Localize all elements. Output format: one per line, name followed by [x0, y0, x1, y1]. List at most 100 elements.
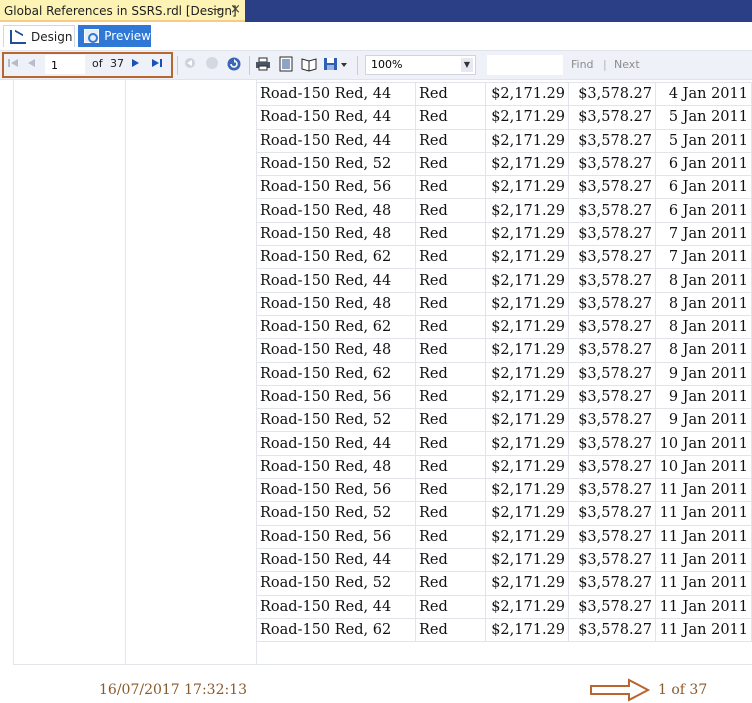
next-page-icon[interactable]: [127, 56, 143, 74]
table-row: Road-150 Red, 44 Red $2,171.29 $3,578.27 5 J…: [256, 105, 752, 130]
cost-cell: $2,171.29: [485, 524, 569, 549]
price-cell: $3,578.27: [568, 594, 656, 619]
tab-preview[interactable]: Preview: [78, 25, 151, 47]
product-cell: Road-150 Red, 52: [256, 151, 416, 177]
stop-icon[interactable]: [204, 56, 220, 74]
first-page-icon[interactable]: [5, 56, 21, 74]
table-row: Road-150 Red, 44 Red $2,171.29 $3,578.27 8 J…: [256, 268, 752, 293]
cost-cell: $2,171.29: [485, 594, 569, 619]
product-cell: Road-150 Red, 48: [256, 338, 416, 363]
color-cell: Red: [415, 478, 486, 503]
table-row: Road-150 Red, 44 Red $2,171.29 $3,578.27 4 J…: [256, 81, 752, 107]
last-page-icon[interactable]: [149, 56, 165, 74]
close-icon[interactable]: ×: [230, 2, 241, 17]
date-cell: 6 Jan 2011: [655, 198, 752, 223]
table-row: Road-150 Red, 62 Red $2,171.29 $3,578.27 9 J…: [256, 361, 752, 386]
cost-cell: $2,171.29: [485, 338, 569, 363]
print-layout-icon[interactable]: [278, 56, 294, 74]
cost-cell: $2,171.29: [485, 361, 569, 386]
table-row: Road-150 Red, 56 Red $2,171.29 $3,578.27 9 J…: [256, 384, 752, 410]
product-cell: Road-150 Red, 52: [256, 571, 416, 596]
tab-design[interactable]: Design: [3, 25, 75, 47]
zoom-value: 100%: [371, 58, 403, 71]
chevron-down-icon[interactable]: ▼: [461, 58, 473, 72]
back-icon[interactable]: [182, 56, 198, 74]
pin-icon[interactable]: ⊸: [212, 3, 221, 16]
date-cell: 11 Jan 2011: [655, 478, 752, 503]
table-row: Road-150 Red, 52 Red $2,171.29 $3,578.27 6 J…: [256, 151, 752, 177]
date-cell: 11 Jan 2011: [655, 547, 752, 573]
document-tab[interactable]: Global References in SSRS.rdl [Design] ⊸…: [0, 0, 245, 22]
product-cell: Road-150 Red, 52: [256, 501, 416, 526]
color-cell: Red: [415, 571, 486, 596]
color-cell: Red: [415, 338, 486, 363]
cost-cell: $2,171.29: [485, 198, 569, 223]
product-cell: Road-150 Red, 44: [256, 105, 416, 130]
color-cell: Red: [415, 431, 486, 456]
report-bottom-line: [13, 664, 752, 665]
price-cell: $3,578.27: [568, 128, 656, 153]
price-cell: $3,578.27: [568, 291, 656, 316]
print-icon[interactable]: [255, 56, 271, 74]
cost-cell: $2,171.29: [485, 571, 569, 596]
color-cell: Red: [415, 105, 486, 130]
color-cell: Red: [415, 128, 486, 153]
cost-cell: $2,171.29: [485, 105, 569, 130]
date-cell: 8 Jan 2011: [655, 338, 752, 363]
cost-cell: $2,171.29: [485, 221, 569, 247]
table-row: Road-150 Red, 48 Red $2,171.29 $3,578.27 7 J…: [256, 221, 752, 247]
zoom-select[interactable]: 100% ▼: [365, 55, 476, 75]
group-column-line: [125, 80, 126, 664]
date-cell: 7 Jan 2011: [655, 221, 752, 247]
date-cell: 6 Jan 2011: [655, 151, 752, 177]
cost-cell: $2,171.29: [485, 454, 569, 480]
product-cell: Road-150 Red, 62: [256, 361, 416, 386]
refresh-icon[interactable]: [226, 56, 242, 74]
page-setup-icon[interactable]: [301, 56, 317, 74]
date-cell: 4 Jan 2011: [655, 81, 752, 107]
table-row: Road-150 Red, 56 Red $2,171.29 $3,578.27 6 J…: [256, 175, 752, 200]
table-row: Road-150 Red, 52 Red $2,171.29 $3,578.27 11 …: [256, 501, 752, 526]
find-next-link[interactable]: Next: [614, 58, 640, 71]
product-cell: Road-150 Red, 44: [256, 547, 416, 573]
date-cell: 8 Jan 2011: [655, 314, 752, 340]
product-cell: Road-150 Red, 56: [256, 478, 416, 503]
date-cell: 8 Jan 2011: [655, 268, 752, 293]
color-cell: Red: [415, 151, 486, 177]
cost-cell: $2,171.29: [485, 547, 569, 573]
color-cell: Red: [415, 314, 486, 340]
price-cell: $3,578.27: [568, 617, 656, 643]
preview-icon: [84, 29, 100, 43]
cost-cell: $2,171.29: [485, 408, 569, 433]
price-cell: $3,578.27: [568, 431, 656, 456]
date-cell: 7 Jan 2011: [655, 245, 752, 270]
cost-cell: $2,171.29: [485, 151, 569, 177]
price-cell: $3,578.27: [568, 361, 656, 386]
product-cell: Road-150 Red, 62: [256, 245, 416, 270]
price-cell: $3,578.27: [568, 221, 656, 247]
execution-time: 16/07/2017 17:32:13: [99, 682, 248, 698]
current-page-input[interactable]: 1: [45, 55, 85, 74]
color-cell: Red: [415, 81, 486, 107]
cost-cell: $2,171.29: [485, 314, 569, 340]
date-cell: 9 Jan 2011: [655, 361, 752, 386]
report-body: Road-150 Red, 44 Red $2,171.29 $3,578.27 4 J…: [0, 80, 752, 702]
toolbar-separator: [249, 56, 250, 75]
of-label: of: [92, 57, 103, 70]
price-cell: $3,578.27: [568, 338, 656, 363]
cost-cell: $2,171.29: [485, 501, 569, 526]
page-number-footer: 1 of 37: [658, 682, 708, 698]
date-cell: 10 Jan 2011: [655, 454, 752, 480]
find-input[interactable]: [487, 55, 563, 75]
date-cell: 11 Jan 2011: [655, 524, 752, 549]
table-row: Road-150 Red, 44 Red $2,171.29 $3,578.27 11 …: [256, 594, 752, 619]
previous-page-icon[interactable]: [24, 56, 40, 74]
find-link[interactable]: Find: [571, 58, 594, 71]
cost-cell: $2,171.29: [485, 128, 569, 153]
document-tab-title: Global References in SSRS.rdl [Design]: [4, 4, 237, 18]
color-cell: Red: [415, 501, 486, 526]
export-icon[interactable]: [323, 56, 349, 74]
find-separator: |: [603, 58, 607, 71]
color-cell: Red: [415, 454, 486, 480]
date-cell: 11 Jan 2011: [655, 594, 752, 619]
